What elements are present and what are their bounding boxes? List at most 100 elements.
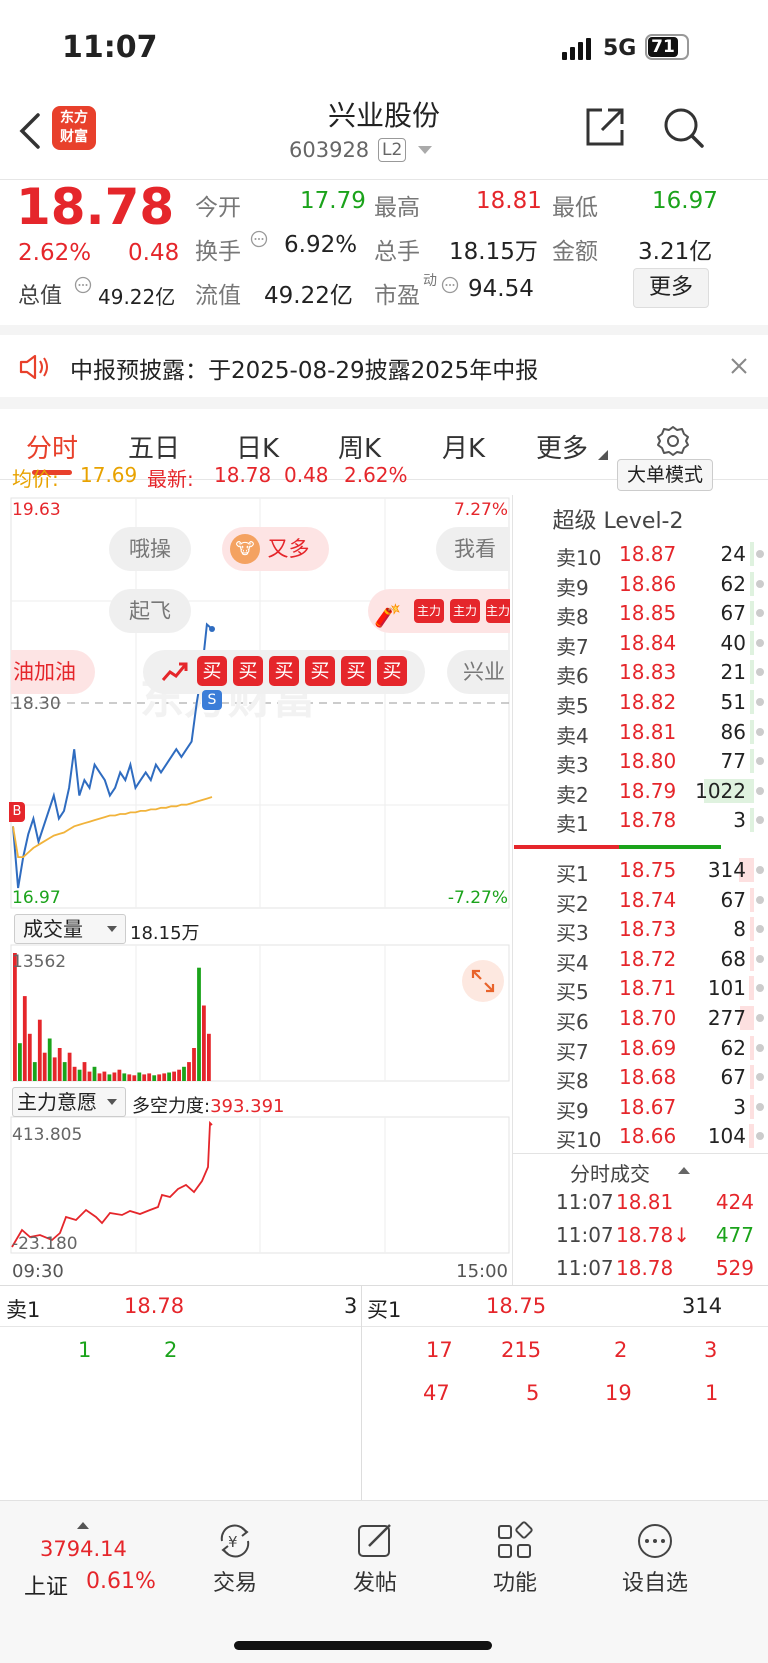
- collapse-icon[interactable]: [678, 1166, 690, 1174]
- y-axis-bottom-label: 16.97: [12, 888, 61, 908]
- bid-row[interactable]: 买4 18.72 68: [548, 944, 768, 975]
- indicator-selector[interactable]: 主力意愿: [12, 1087, 126, 1117]
- order-dot: [756, 757, 764, 766]
- ask-row[interactable]: 卖6 18.83 21: [548, 657, 768, 688]
- bid-row[interactable]: 买7 18.69 62: [548, 1033, 768, 1064]
- comment-bubble[interactable]: 哦操: [109, 527, 191, 571]
- index-value: 3794.14: [40, 1537, 127, 1561]
- ask-row[interactable]: 卖4 18.81 86: [548, 717, 768, 748]
- bid-row[interactable]: 买1 18.75 314: [548, 855, 768, 886]
- level-label: 买3: [556, 921, 589, 946]
- volume-bar: [112, 1072, 117, 1081]
- strong-bubble[interactable]: 🧨 主力 主力 主力: [368, 589, 510, 633]
- volume-bar: [750, 1035, 754, 1060]
- share-icon[interactable]: [584, 106, 626, 148]
- volume-label: 成交量: [23, 917, 83, 941]
- order-dot: [756, 1073, 764, 1082]
- indicator-top-label: 413.805: [12, 1125, 82, 1145]
- buy-bubble[interactable]: 买 买 买 买 买 买: [143, 650, 425, 694]
- ask-row[interactable]: 卖9 18.86 62: [548, 569, 768, 600]
- search-icon[interactable]: [662, 106, 706, 150]
- order-dot: [756, 816, 764, 825]
- expand-button[interactable]: [462, 960, 504, 1002]
- volume-bar: [749, 976, 754, 1001]
- buy-sell-ratio-green: [619, 845, 721, 849]
- order-dot: [756, 609, 764, 618]
- orderbook-title: 超级 Level-2: [552, 509, 684, 534]
- level-label: 卖5: [556, 694, 589, 718]
- queue-buy-price: 18.75: [486, 1294, 547, 1318]
- ask-row[interactable]: 卖10 18.87 24: [548, 539, 768, 570]
- queue-order: 17: [426, 1338, 453, 1362]
- ask-row[interactable]: 卖3 18.80 77: [548, 746, 768, 777]
- volume-selector[interactable]: 成交量: [14, 914, 126, 944]
- comment-bubble[interactable]: 兴业: [447, 650, 510, 694]
- nav-add-watchlist[interactable]: 设自选: [595, 1521, 715, 1597]
- volume-bar: [750, 542, 754, 566]
- bid-row[interactable]: 买3 18.73 8: [548, 914, 768, 945]
- volume-bar: [750, 808, 754, 833]
- bid-row[interactable]: 买8 18.68 67: [548, 1062, 768, 1093]
- buy-marker[interactable]: B: [9, 802, 25, 822]
- nav-post[interactable]: 发帖: [315, 1521, 435, 1597]
- info-icon[interactable]: [250, 230, 268, 248]
- bottom-nav: 3794.14 上证 0.61% ¥ 交易 发帖 功能 设自选: [0, 1500, 768, 1663]
- bid-row[interactable]: 买2 18.74 67: [548, 885, 768, 916]
- ask-row[interactable]: 卖7 18.84 40: [548, 628, 768, 659]
- dropdown-icon[interactable]: [418, 146, 432, 156]
- queue-order: 215: [501, 1338, 542, 1362]
- bid-row[interactable]: 买9 18.67 3: [548, 1092, 768, 1123]
- current-price-dot: [209, 626, 215, 633]
- level-volume: 67: [720, 1065, 746, 1090]
- info-icon[interactable]: [74, 276, 92, 294]
- info-icon[interactable]: [441, 276, 459, 294]
- status-bar: 11:07 5G 71: [0, 28, 768, 78]
- volume-bar: [62, 1062, 67, 1081]
- index-ticker[interactable]: 3794.14 上证 0.61%: [0, 1501, 165, 1601]
- gear-icon[interactable]: [656, 424, 690, 458]
- comment-bubble[interactable]: 我看有: [436, 527, 510, 571]
- level-price: 18.70: [619, 1006, 677, 1030]
- comment-bubble[interactable]: 起飞: [109, 589, 191, 633]
- stock-name: 兴业股份: [327, 99, 440, 132]
- indicator-readout: 多空力度:393.391: [132, 1092, 285, 1118]
- float-value: 49.22亿: [264, 283, 353, 309]
- comment-bubble[interactable]: 油加油: [11, 650, 95, 694]
- more-button[interactable]: 更多: [633, 268, 709, 308]
- ask-row[interactable]: 卖1 18.78 3: [548, 805, 768, 836]
- sell-marker[interactable]: S: [202, 690, 222, 710]
- svg-text:¥: ¥: [228, 1533, 238, 1551]
- ask-row[interactable]: 卖2 18.79 1022: [548, 776, 768, 807]
- level-label: 卖9: [556, 575, 589, 600]
- nav-trade[interactable]: ¥ 交易: [175, 1521, 295, 1597]
- pct-bottom-label: -7.27%: [448, 888, 508, 908]
- ask-row[interactable]: 卖8 18.85 67: [548, 598, 768, 629]
- comment-bubble[interactable]: 🐮 又多: [222, 527, 329, 571]
- notice-bar[interactable]: 中报预披露：于2025-08-29披露2025年中报: [0, 335, 768, 397]
- strong-badge: 主力: [414, 599, 444, 623]
- level-volume: 40: [720, 630, 746, 655]
- level-label: 卖3: [556, 753, 589, 778]
- volume-bar: [750, 690, 754, 714]
- big-order-mode-button[interactable]: 大单模式: [617, 459, 713, 491]
- ask-row[interactable]: 卖5 18.82 51: [548, 687, 768, 718]
- close-icon[interactable]: [730, 357, 748, 375]
- quote-panel: 18.78 2.62% 0.48 总值 49.22亿 今开 17.79 最高 1…: [0, 178, 768, 325]
- level-label: 卖6: [556, 664, 589, 689]
- order-dot: [756, 638, 764, 647]
- time-end-label: 15:00: [456, 1261, 508, 1282]
- divider: [0, 325, 768, 335]
- trades-title[interactable]: 分时成交: [570, 1158, 650, 1187]
- level-label: 卖4: [556, 723, 589, 748]
- bid-row[interactable]: 买10 18.66 104: [548, 1121, 768, 1152]
- volume-value: 18.15万: [449, 239, 538, 265]
- level-price: 18.67: [619, 1094, 677, 1119]
- trade-row: 11:07 18.78 529: [548, 1253, 768, 1284]
- level-volume: 104: [707, 1124, 746, 1149]
- nav-functions[interactable]: 功能: [455, 1521, 575, 1597]
- bid-row[interactable]: 买5 18.71 101: [548, 973, 768, 1004]
- volume-bar: [52, 1057, 57, 1081]
- volume-bar: [13, 953, 17, 1081]
- avg-label: 均价:: [12, 467, 59, 491]
- bid-row[interactable]: 买6 18.70 277: [548, 1003, 768, 1034]
